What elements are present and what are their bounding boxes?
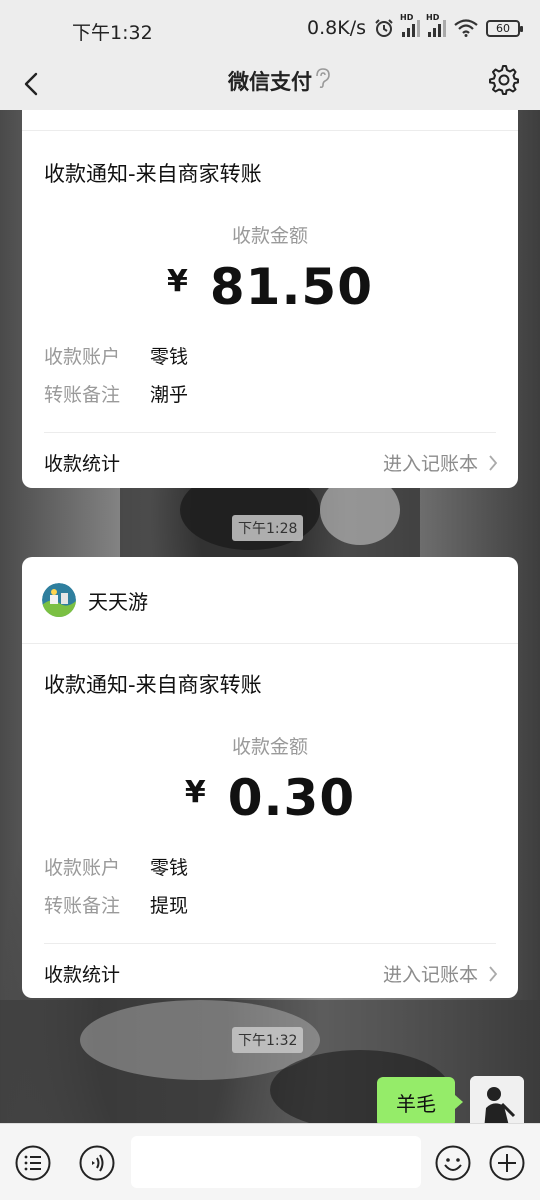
- battery-level: 60: [496, 21, 510, 35]
- my-avatar[interactable]: [470, 1076, 524, 1130]
- account-label: 收款账户: [44, 346, 121, 368]
- card-footer-divider: [44, 432, 496, 433]
- currency-symbol: ¥: [166, 264, 188, 299]
- timestamp: 下午1:28: [232, 515, 304, 541]
- card-footer-divider: [44, 943, 496, 944]
- payment-card-1[interactable]: 收款通知-来自商家转账 收款金额 ¥81.50 收款账户 零钱 转账备注 潮乎 …: [22, 110, 518, 488]
- card-title: 收款通知-来自商家转账: [44, 162, 262, 186]
- signal-icon-1: HD: [400, 13, 420, 37]
- merchant-name: 天天游: [88, 589, 148, 614]
- my-message-bubble[interactable]: 羊毛: [377, 1077, 463, 1127]
- account-label: 收款账户: [44, 857, 121, 879]
- note-value: 提现: [150, 895, 189, 917]
- note-label: 转账备注: [44, 895, 121, 917]
- amount-value: 0.30: [227, 769, 356, 827]
- gear-icon[interactable]: [488, 64, 520, 96]
- merchant-avatar: [42, 583, 76, 617]
- currency-symbol: ¥: [184, 775, 206, 810]
- status-icons: 0.8K/s HD HD 60: [307, 13, 523, 39]
- status-time: 下午1:32: [72, 22, 153, 44]
- chevron-right-icon: [489, 454, 498, 471]
- plus-icon[interactable]: [488, 1144, 526, 1182]
- account-value: 零钱: [150, 346, 189, 368]
- chevron-right-icon: [489, 965, 498, 982]
- page-title: 微信支付: [228, 70, 312, 94]
- account-field: 收款账户 零钱: [44, 342, 188, 369]
- stats-label[interactable]: 收款统计: [44, 960, 120, 987]
- note-label: 转账备注: [44, 384, 121, 406]
- ledger-link[interactable]: 进入记账本: [383, 449, 498, 476]
- ledger-link[interactable]: 进入记账本: [383, 960, 498, 987]
- amount-row: ¥81.50: [22, 258, 518, 316]
- timestamp: 下午1:32: [232, 1027, 304, 1053]
- note-value: 潮乎: [150, 384, 189, 406]
- card-divider: [22, 130, 518, 131]
- voice-icon[interactable]: [78, 1144, 116, 1182]
- emoji-icon[interactable]: [434, 1144, 472, 1182]
- amount-row: ¥0.30: [22, 769, 518, 827]
- ledger-link-label: 进入记账本: [382, 453, 478, 475]
- alarm-icon: [375, 19, 393, 37]
- status-bar: 下午1:32 0.8K/s HD HD 60: [0, 0, 540, 58]
- wifi-icon: [454, 19, 478, 37]
- card-title: 收款通知-来自商家转账: [44, 673, 262, 697]
- note-field: 转账备注 潮乎: [44, 380, 188, 407]
- signal-icon-2: HD: [426, 13, 446, 37]
- battery-icon: 60: [486, 19, 523, 37]
- input-bar: [0, 1123, 540, 1200]
- note-field: 转账备注 提现: [44, 891, 188, 918]
- list-icon[interactable]: [14, 1144, 52, 1182]
- avatar-image: [470, 1076, 524, 1130]
- account-value: 零钱: [150, 857, 189, 879]
- card-divider: [22, 643, 518, 644]
- message-input[interactable]: [131, 1136, 421, 1188]
- account-field: 收款账户 零钱: [44, 853, 188, 880]
- amount-value: 81.50: [209, 258, 374, 316]
- amount-label: 收款金额: [231, 736, 308, 758]
- stats-label[interactable]: 收款统计: [44, 449, 120, 476]
- payment-card-2[interactable]: 天天游 收款通知-来自商家转账 收款金额 ¥0.30 收款账户 零钱 转账备注 …: [22, 557, 518, 998]
- nav-bar: 微信支付: [0, 58, 540, 110]
- network-speed: 0.8K/s: [307, 17, 366, 39]
- ledger-link-label: 进入记账本: [382, 964, 478, 986]
- merchant-header[interactable]: 天天游: [42, 583, 148, 617]
- amount-label: 收款金额: [231, 225, 308, 247]
- ear-icon: [316, 68, 330, 89]
